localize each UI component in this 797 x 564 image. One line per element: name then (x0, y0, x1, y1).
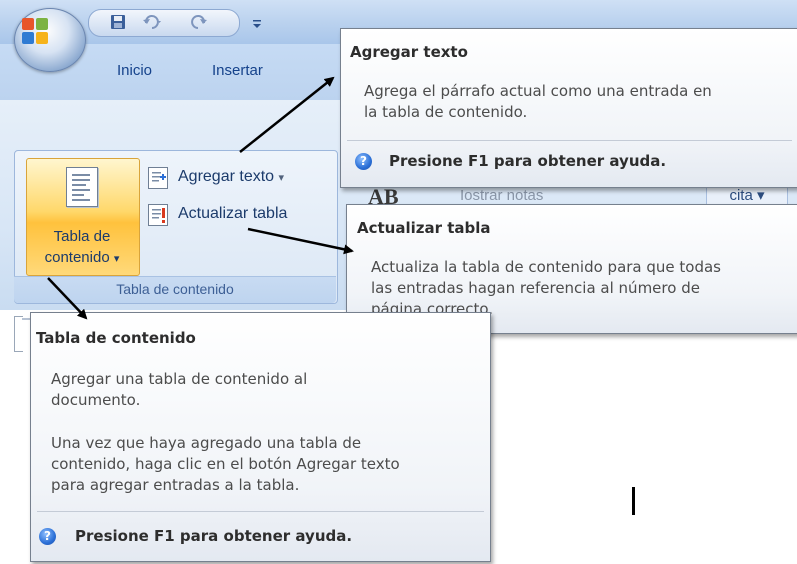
tooltip-body-line: Una vez que haya agregado una tabla de (51, 434, 362, 452)
chevron-down-icon: ▾ (113, 253, 120, 265)
redo-icon[interactable] (190, 14, 208, 33)
undo-icon[interactable] (142, 14, 164, 33)
add-text-button[interactable]: Agregar texto ▾ (178, 168, 284, 186)
tooltip-separator (347, 140, 792, 141)
help-icon: ? (355, 153, 372, 170)
toc-label-line1: Tabla de (53, 228, 111, 245)
show-notes-button[interactable]: Iostrar notas (460, 187, 543, 204)
tooltip-body-line: contenido, haga clic en el botón Agregar… (51, 455, 400, 473)
tooltip-body-paragraph-2: Una vez que haya agregado una tabla de c… (51, 433, 400, 496)
toc-button-label: Tabla de contenido ▾ (26, 226, 138, 270)
document-list-icon (66, 167, 98, 207)
office-logo-icon (22, 18, 48, 44)
tooltip-body-line: las entradas hagan referencia al número … (371, 279, 700, 297)
customize-qa-icon[interactable] (252, 16, 262, 32)
chevron-down-icon: ▾ (278, 172, 285, 184)
tooltip-help-text: Presione F1 para obtener ayuda. (389, 152, 667, 170)
tooltip-body-line: Agrega el párrafo actual como una entrad… (364, 82, 712, 100)
tooltip-separator (37, 511, 484, 512)
update-table-icon (148, 204, 168, 226)
tooltip-body-line: la tabla de contenido. (364, 103, 528, 121)
tooltip-title: Actualizar tabla (357, 219, 491, 237)
toc-label-text: contenido (44, 249, 110, 266)
help-icon: ? (39, 528, 56, 545)
tooltip-body: Agrega el párrafo actual como una entrad… (364, 81, 712, 123)
save-icon[interactable] (110, 14, 126, 33)
tooltip-body-line: documento. (51, 391, 141, 409)
tooltip-body-line: Agregar una tabla de contenido al (51, 370, 308, 388)
tooltip-body-line: Actualiza la tabla de contenido para que… (371, 258, 721, 276)
tooltip-add-text: Agregar texto Agrega el párrafo actual c… (340, 28, 797, 188)
tooltip-table-of-contents: Tabla de contenido Agregar una tabla de … (30, 312, 491, 562)
tooltip-help-text: Presione F1 para obtener ayuda. (75, 527, 353, 545)
tooltip-body: Actualiza la tabla de contenido para que… (371, 257, 721, 320)
tooltip-title: Agregar texto (350, 43, 468, 61)
tab-inicio[interactable]: Inicio (117, 62, 152, 79)
text-cursor (632, 487, 635, 515)
tooltip-body-line: para agregar entradas a la tabla. (51, 476, 300, 494)
tooltip-title: Tabla de contenido (36, 329, 196, 347)
tab-insertar[interactable]: Insertar (212, 62, 263, 79)
update-table-button[interactable]: Actualizar tabla (178, 205, 287, 223)
tooltip-body-paragraph-1: Agregar una tabla de contenido al docume… (51, 369, 307, 411)
toc-group-label: Tabla de contenido (14, 276, 336, 303)
add-text-label: Agregar texto (178, 168, 275, 185)
toc-label-line2: contenido ▾ (26, 247, 138, 270)
add-text-icon (148, 167, 168, 189)
document-margin (14, 316, 23, 352)
